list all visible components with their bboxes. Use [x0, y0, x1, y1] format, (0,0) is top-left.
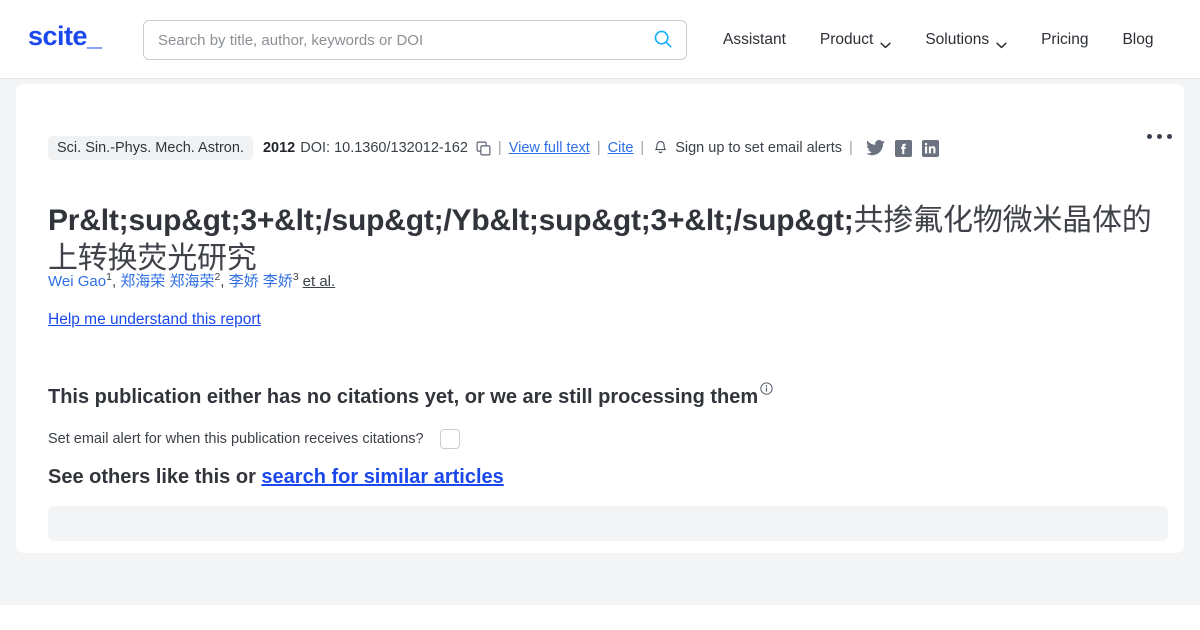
search-button[interactable] — [640, 21, 686, 59]
set-email-alert-checkbox[interactable] — [439, 429, 460, 449]
bell-icon[interactable] — [653, 140, 668, 156]
search-input[interactable] — [144, 31, 640, 49]
see-others-heading: See others like this or search for simil… — [48, 466, 504, 489]
main-nav: Assistant Product Solutions Pricing Blog — [706, 0, 1171, 79]
linkedin-icon[interactable] — [921, 139, 939, 157]
meta-separator-4: | — [849, 140, 853, 156]
set-email-alert-row: Set email alert for when this publicatio… — [48, 429, 460, 449]
nav-label: Solutions — [925, 30, 990, 48]
no-citations-heading: This publication either has no citations… — [48, 382, 773, 409]
scite-publication-page: scite_ Assistant Product — [0, 0, 1200, 630]
no-citations-text: This publication either has no citations… — [48, 386, 759, 408]
set-email-alert-label: Set email alert for when this publicatio… — [48, 431, 424, 447]
meta-separator-2: | — [596, 140, 601, 156]
author-affiliation-3: 3 — [292, 271, 299, 283]
results-placeholder-bar — [48, 506, 1168, 541]
see-others-prefix: See others like this or — [48, 466, 262, 488]
nav-item-blog[interactable]: Blog — [1105, 31, 1170, 49]
author-list: Wei Gao1, 郑海荣 郑海荣2, 李娇 李娇3 et al. — [48, 271, 336, 290]
info-circle-icon[interactable] — [760, 382, 773, 395]
publication-meta-row: Sci. Sin.-Phys. Mech. Astron. 2012 DOI: … — [48, 136, 939, 160]
meta-separator-1: | — [497, 140, 502, 156]
cite-link[interactable]: Cite — [608, 140, 634, 156]
kebab-menu-icon[interactable] — [1141, 128, 1178, 145]
nav-item-solutions[interactable]: Solutions — [908, 31, 1024, 49]
publication-doi: DOI: 10.1360/132012-162 — [300, 140, 468, 156]
search-similar-articles-link[interactable]: search for similar articles — [261, 466, 503, 488]
et-al-link[interactable]: et al. — [303, 273, 336, 290]
search-bar[interactable] — [143, 20, 687, 60]
author-link-2[interactable]: 郑海荣 郑海荣 — [120, 273, 214, 290]
site-header: scite_ Assistant Product — [0, 0, 1200, 79]
help-understand-report-link[interactable]: Help me understand this report — [48, 311, 261, 329]
publication-year: 2012 — [262, 140, 296, 156]
meta-separator-3: | — [640, 140, 645, 156]
nav-item-assistant[interactable]: Assistant — [706, 31, 803, 49]
search-icon — [652, 28, 674, 53]
chevron-down-icon — [996, 36, 1007, 49]
publication-title: Pr&lt;sup&gt;3+&lt;/sup&gt;/Yb&lt;sup&gt… — [48, 202, 1168, 278]
nav-label: Assistant — [723, 30, 786, 48]
email-alerts-label[interactable]: Sign up to set email alerts — [675, 140, 842, 156]
view-full-text-link[interactable]: View full text — [509, 140, 590, 156]
facebook-icon[interactable] — [894, 139, 912, 157]
nav-item-pricing[interactable]: Pricing — [1024, 31, 1105, 49]
copy-icon[interactable] — [476, 141, 491, 156]
author-affiliation-2: 2 — [214, 271, 221, 283]
scite-logo[interactable]: scite_ — [28, 23, 102, 50]
nav-label: Pricing — [1041, 30, 1089, 48]
social-share-group — [865, 139, 939, 157]
nav-label: Blog — [1122, 30, 1154, 48]
page-footer-band — [0, 553, 1200, 605]
author-link-1[interactable]: Wei Gao — [48, 273, 106, 290]
author-link-3[interactable]: 李娇 李娇 — [229, 273, 293, 290]
nav-label: Product — [819, 30, 874, 48]
author-affiliation-1: 1 — [106, 271, 112, 283]
nav-item-product[interactable]: Product — [803, 31, 908, 49]
chevron-down-icon — [880, 36, 891, 49]
title-entity-text: Pr&lt;sup&gt;3+&lt;/sup&gt;/Yb&lt;sup&gt… — [48, 204, 854, 238]
twitter-icon[interactable] — [865, 140, 885, 156]
journal-name: Sci. Sin.-Phys. Mech. Astron. — [48, 136, 253, 160]
